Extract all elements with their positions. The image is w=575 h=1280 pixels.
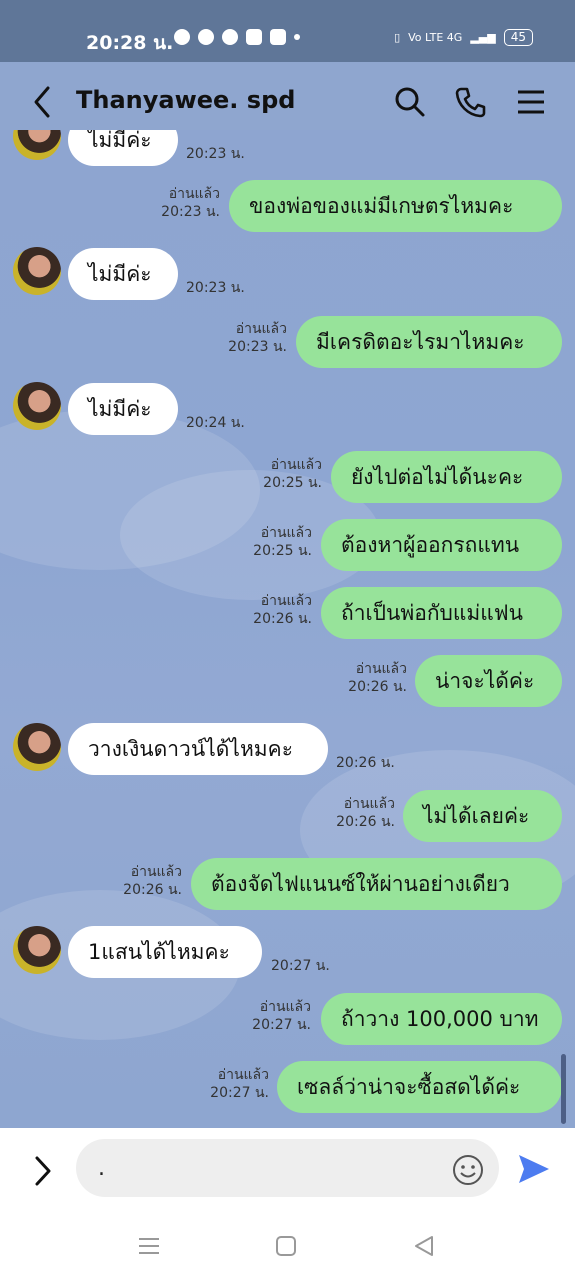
chat-message-list[interactable]: ไม่มีค่ะ 20:23 น. อ่านแล้ว 20:23 น. ของพ… <box>0 130 575 1128</box>
read-receipt: อ่านแล้ว 20:27 น. <box>252 998 311 1034</box>
status-bar: 20:28 น. ▯ Vo LTE 4G ▂▄▆ 45 <box>0 0 575 62</box>
line-icon <box>222 29 238 45</box>
message-input-bar <box>0 1128 575 1216</box>
incoming-message[interactable]: วางเงินดาวน์ได้ไหมคะ <box>68 723 328 775</box>
facebook-icon <box>174 29 190 45</box>
read-receipt: อ่านแล้ว 20:27 น. <box>210 1066 269 1102</box>
outgoing-message[interactable]: น่าจะได้ค่ะ <box>415 655 562 707</box>
menu-icon[interactable] <box>514 84 550 120</box>
system-navigation-bar <box>0 1216 575 1280</box>
read-label: อ่านแล้ว <box>343 796 395 812</box>
read-label: อ่านแล้ว <box>260 525 312 541</box>
back-nav-icon[interactable] <box>412 1234 436 1258</box>
search-icon[interactable] <box>392 84 428 120</box>
avatar[interactable] <box>13 926 61 974</box>
app-notification-icon <box>270 29 286 45</box>
outgoing-message[interactable]: ถ้าวาง 100,000 บาท <box>321 993 562 1045</box>
message-time: 20:27 น. <box>252 1017 311 1033</box>
read-receipt: อ่านแล้ว 20:26 น. <box>253 592 312 628</box>
more-notifications-icon <box>294 34 300 40</box>
message-time: 20:27 น. <box>271 958 330 974</box>
read-label: อ่านแล้ว <box>217 1067 269 1083</box>
outgoing-message[interactable]: ต้องจัดไฟแนนซ์ให้ผ่านอย่างเดียว <box>191 858 562 910</box>
emoji-icon[interactable] <box>452 1154 484 1186</box>
message-time: 20:24 น. <box>186 415 245 431</box>
recent-apps-icon[interactable] <box>137 1234 161 1258</box>
incoming-message[interactable]: ไม่มีค่ะ <box>68 130 178 166</box>
read-receipt: อ่านแล้ว 20:23 น. <box>161 185 220 221</box>
vibrate-icon: ▯ <box>394 31 401 44</box>
message-time: 20:23 น. <box>186 146 245 162</box>
message-time: 20:23 น. <box>228 339 287 355</box>
home-icon[interactable] <box>274 1234 298 1258</box>
message-time: 20:26 น. <box>336 814 395 830</box>
read-receipt: อ่านแล้ว 20:25 น. <box>263 456 322 492</box>
read-label: อ่านแล้ว <box>130 864 182 880</box>
battery-icon: 45 <box>503 29 533 46</box>
read-receipt: อ่านแล้ว 20:25 น. <box>253 524 312 560</box>
outgoing-message[interactable]: มีเครดิตอะไรมาไหมคะ <box>296 316 562 368</box>
message-time: 20:26 น. <box>336 755 395 771</box>
messenger-icon <box>198 29 214 45</box>
phone-call-icon[interactable] <box>453 84 489 120</box>
message-time: 20:23 น. <box>161 204 220 220</box>
chat-title[interactable]: Thanyawee. spd <box>76 86 295 114</box>
read-label: อ่านแล้ว <box>355 661 407 677</box>
back-arrow-icon[interactable] <box>28 84 58 120</box>
read-label: อ่านแล้ว <box>270 457 322 473</box>
message-time: 20:26 น. <box>123 882 182 898</box>
read-label: อ่านแล้ว <box>260 593 312 609</box>
incoming-message[interactable]: ไม่มีค่ะ <box>68 383 178 435</box>
outgoing-message[interactable]: ยังไปต่อไม่ได้นะคะ <box>331 451 562 503</box>
status-time: 20:28 น. <box>86 32 174 54</box>
message-time: 20:26 น. <box>253 611 312 627</box>
incoming-message[interactable]: ไม่มีค่ะ <box>68 248 178 300</box>
read-label: อ่านแล้ว <box>259 999 311 1015</box>
message-time: 20:26 น. <box>348 679 407 695</box>
read-label: อ่านแล้ว <box>235 321 287 337</box>
outgoing-message[interactable]: ของพ่อของแม่มีเกษตรไหมคะ <box>229 180 562 232</box>
app-notification-icon <box>246 29 262 45</box>
message-input[interactable] <box>76 1139 499 1197</box>
read-receipt: อ่านแล้ว 20:26 น. <box>348 660 407 696</box>
message-time: 20:23 น. <box>186 280 245 296</box>
signal-icon: ▂▄▆ <box>470 31 496 44</box>
message-time: 20:25 น. <box>253 543 312 559</box>
incoming-message[interactable]: 1แสนได้ไหมคะ <box>68 926 262 978</box>
avatar[interactable] <box>13 247 61 295</box>
read-receipt: อ่านแล้ว 20:26 น. <box>123 863 182 899</box>
outgoing-message[interactable]: ต้องหาผู้ออกรถแทน <box>321 519 562 571</box>
expand-arrow-icon[interactable] <box>30 1154 56 1188</box>
avatar[interactable] <box>13 723 61 771</box>
message-time: 20:27 น. <box>210 1085 269 1101</box>
message-time: 20:25 น. <box>263 475 322 491</box>
outgoing-message[interactable]: ถ้าเป็นพ่อกับแม่แฟน <box>321 587 562 639</box>
system-status: ▯ Vo LTE 4G ▂▄▆ 45 <box>394 29 533 46</box>
outgoing-message[interactable]: เซลล์ว่าน่าจะซื้อสดได้ค่ะ <box>277 1061 562 1113</box>
read-receipt: อ่านแล้ว 20:23 น. <box>228 320 287 356</box>
send-icon[interactable] <box>516 1152 552 1186</box>
avatar[interactable] <box>13 382 61 430</box>
notification-icons <box>174 29 300 45</box>
network-label: Vo LTE 4G <box>408 31 463 44</box>
read-label: อ่านแล้ว <box>168 186 220 202</box>
outgoing-message[interactable]: ไม่ได้เลยค่ะ <box>403 790 562 842</box>
scrollbar-thumb[interactable] <box>561 1054 566 1124</box>
read-receipt: อ่านแล้ว 20:26 น. <box>336 795 395 831</box>
avatar[interactable] <box>13 130 61 160</box>
